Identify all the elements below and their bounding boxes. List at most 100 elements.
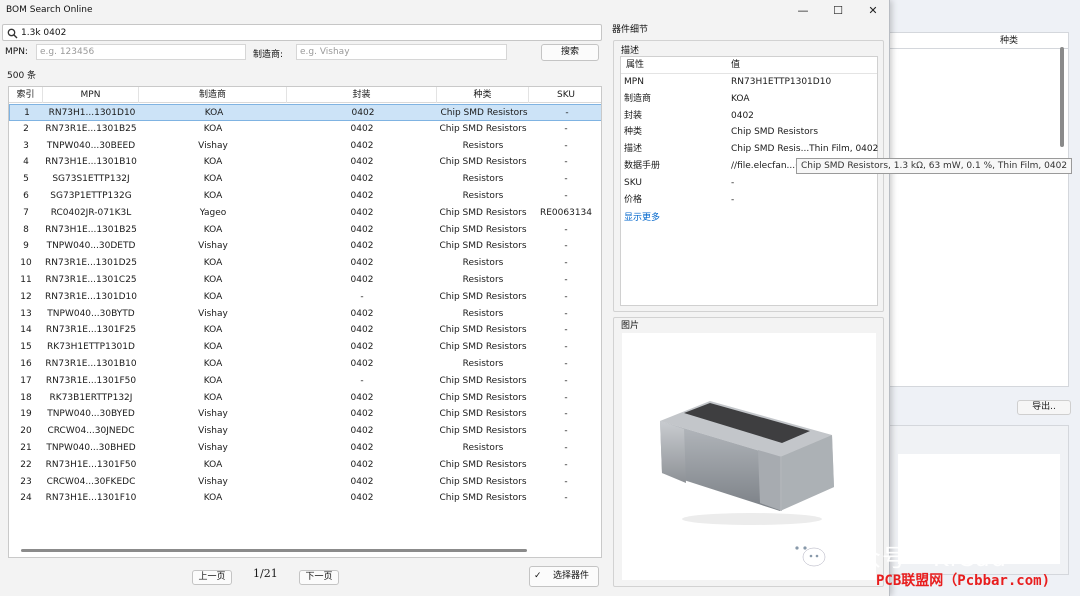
cell-index: 2 [23, 123, 29, 134]
details-row: 制造商 KOA [621, 91, 877, 108]
search-bar[interactable] [2, 24, 602, 41]
table-row[interactable]: 12 RN73R1E...1301D10 KOA - Chip SMD Resistor… [9, 289, 601, 306]
table-row[interactable]: 7 RC0402JR-071K3L Yageo 0402 Chip SMD Resist… [9, 205, 601, 222]
cell-mpn: RN73H1E...1301B25 [45, 224, 137, 235]
cell-sku: - [564, 291, 568, 302]
detail-attribute: 制造商 [624, 93, 652, 104]
close-icon[interactable]: ✕ [865, 3, 881, 19]
select-part-button[interactable]: ✓ 选择器件 [529, 566, 599, 587]
table-row[interactable]: 8 RN73H1E...1301B25 KOA 0402 Chip SMD Resist… [9, 222, 601, 239]
column-index[interactable]: 索引 [9, 87, 43, 103]
column-attribute: 属性 [626, 60, 645, 70]
table-row[interactable]: 5 SG73S1ETTP132J KOA 0402 Resistors - [9, 171, 601, 188]
cell-category: Chip SMD Resistors [439, 476, 527, 487]
table-row[interactable]: 18 RK73B1ERTTP132J KOA 0402 Chip SMD Resisto… [9, 390, 601, 407]
table-row[interactable]: 16 RN73R1E...1301B10 KOA 0402 Resistors - [9, 356, 601, 373]
wechat-icon [786, 538, 828, 571]
table-row[interactable]: 10 RN73R1E...1301D25 KOA 0402 Resistors - [9, 255, 601, 272]
search-button[interactable]: 搜索 [541, 44, 599, 61]
table-row[interactable]: 22 RN73H1E...1301F50 KOA 0402 Chip SMD Resis… [9, 457, 601, 474]
cell-manufacturer: KOA [203, 291, 223, 302]
next-page-button[interactable]: 下一页 [299, 570, 339, 585]
mpn-input[interactable] [36, 44, 246, 60]
cell-manufacturer: KOA [203, 174, 223, 185]
table-row[interactable]: 17 RN73R1E...1301F50 KOA - Chip SMD Resistor… [9, 373, 601, 390]
minimize-icon[interactable]: — [795, 3, 811, 19]
show-more-link[interactable]: 显示更多 [624, 210, 660, 223]
cell-mpn: RN73R1E...1301B10 [45, 359, 137, 369]
description-tooltip: Chip SMD Resistors, 1.3 kΩ, 63 mW, 0.1 %… [796, 158, 1073, 174]
cell-index: 4 [23, 157, 29, 168]
window-title: BOM Search Online [6, 5, 93, 15]
cell-category: Chip SMD Resistors [439, 409, 527, 420]
detail-value: - [731, 194, 735, 205]
cell-sku: - [564, 359, 568, 369]
detail-value[interactable]: //file.elecfan...( [731, 158, 799, 175]
column-mpn[interactable]: MPN [43, 87, 139, 103]
cell-category: Chip SMD Resistors [439, 123, 527, 134]
table-row[interactable]: 13 TNPW040...30BYTD Vishay 0402 Resistors - [9, 306, 601, 323]
background-scrollbar[interactable] [1060, 47, 1064, 147]
cell-package: 0402 [350, 359, 374, 369]
details-row: SKU - [621, 175, 877, 192]
cell-category: Resistors [462, 275, 504, 285]
maximize-icon[interactable]: ☐ [830, 3, 846, 19]
manufacturer-input[interactable] [296, 44, 507, 60]
cell-mpn: RN73R1E...1301C25 [45, 275, 137, 285]
cell-sku: - [564, 140, 568, 151]
table-row[interactable]: 3 TNPW040...30BEED Vishay 0402 Resistors - [9, 138, 601, 155]
cell-category: Chip SMD Resistors [440, 108, 528, 118]
detail-value: - [731, 177, 735, 188]
table-row[interactable]: 1 RN73H1...1301D10 KOA 0402 Chip SMD Resisto… [9, 104, 601, 121]
cell-mpn: RN73R1E...1301B25 [45, 123, 137, 134]
title-bar: BOM Search Online — ☐ ✕ [0, 0, 890, 22]
cell-mpn: RN73H1E...1301F10 [45, 493, 137, 504]
cell-mpn: TNPW040...30BEED [46, 140, 136, 151]
detail-attribute: 描述 [624, 144, 643, 155]
table-row[interactable]: 2 RN73R1E...1301B25 KOA 0402 Chip SMD Resist… [9, 121, 601, 138]
search-input[interactable] [21, 26, 591, 39]
column-package[interactable]: 封装 [287, 87, 437, 103]
details-row: 封装 0402 [621, 108, 877, 125]
cell-category: Chip SMD Resistors [439, 207, 527, 218]
table-row[interactable]: 20 CRCW04...30JNEDC Vishay 0402 Chip SMD Res… [9, 423, 601, 440]
cell-category: Resistors [462, 174, 504, 185]
table-row[interactable]: 14 RN73R1E...1301F25 KOA 0402 Chip SMD Resis… [9, 322, 601, 339]
cell-category: Chip SMD Resistors [439, 392, 527, 403]
cell-mpn: RC0402JR-071K3L [50, 207, 132, 218]
cell-manufacturer: KOA [203, 157, 223, 168]
export-button[interactable]: 导出.. [1017, 400, 1071, 415]
table-row[interactable]: 15 RK73H1ETTP1301D KOA 0402 Chip SMD Resisto… [9, 339, 601, 356]
prev-page-button[interactable]: 上一页 [192, 570, 232, 585]
cell-mpn: RN73R1E...1301D10 [45, 291, 137, 302]
cell-manufacturer: Vishay [198, 443, 228, 453]
cell-sku: - [565, 108, 569, 118]
horizontal-scrollbar[interactable] [21, 549, 527, 552]
cell-sku: - [564, 258, 568, 269]
cell-sku: - [564, 443, 568, 453]
cell-manufacturer: Vishay [198, 409, 228, 420]
table-row[interactable]: 24 RN73H1E...1301F10 KOA 0402 Chip SMD Resis… [9, 490, 601, 507]
table-row[interactable]: 9 TNPW040...30DETD Vishay 0402 Chip SMD Resi… [9, 238, 601, 255]
cell-manufacturer: KOA [203, 493, 223, 504]
cell-category: Chip SMD Resistors [439, 224, 527, 235]
table-row[interactable]: 4 RN73H1E...1301B10 KOA 0402 Chip SMD Resist… [9, 154, 601, 171]
table-row[interactable]: 23 CRCW04...30FKEDC Vishay 0402 Chip SMD Res… [9, 474, 601, 491]
column-manufacturer[interactable]: 制造商 [139, 87, 287, 103]
column-sku[interactable]: SKU [529, 87, 601, 103]
cell-index: 8 [23, 224, 29, 235]
table-row[interactable]: 11 RN73R1E...1301C25 KOA 0402 Resistors - [9, 272, 601, 289]
cell-index: 21 [20, 443, 32, 453]
table-row[interactable]: 19 TNPW040...30BYED Vishay 0402 Chip SMD Res… [9, 406, 601, 423]
cell-sku: - [564, 392, 568, 403]
cell-sku: - [564, 174, 568, 185]
column-category[interactable]: 种类 [437, 87, 529, 103]
search-icon [7, 28, 18, 39]
cell-manufacturer: Vishay [198, 140, 228, 151]
cell-mpn: TNPW040...30BHED [46, 443, 136, 453]
page-indicator: 1/21 [253, 567, 278, 580]
table-row[interactable]: 6 SG73P1ETTP132G KOA 0402 Resistors - [9, 188, 601, 205]
cell-index: 11 [20, 275, 32, 285]
table-row[interactable]: 21 TNPW040...30BHED Vishay 0402 Resistors - [9, 440, 601, 457]
cell-sku: - [564, 123, 568, 134]
